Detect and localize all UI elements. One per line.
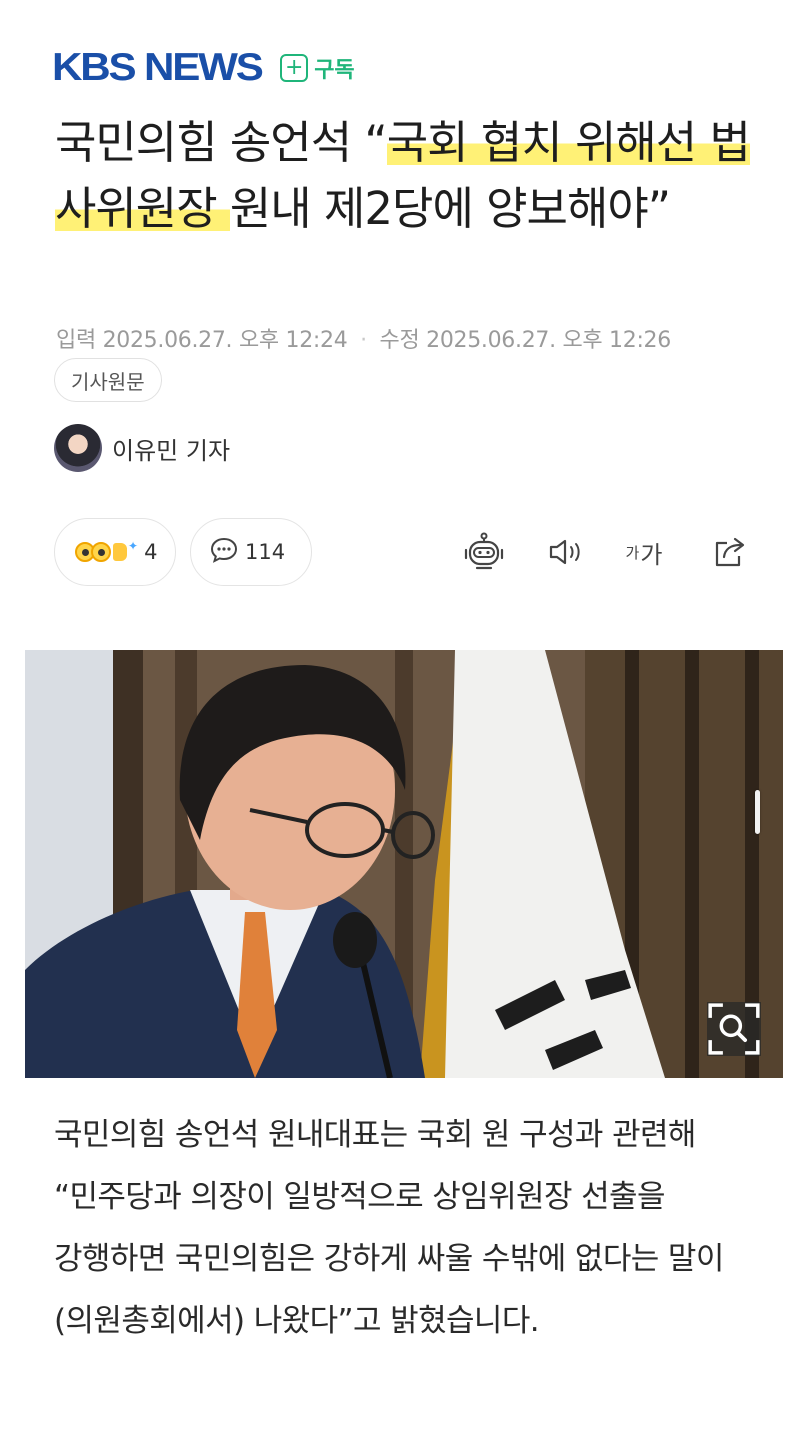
speaker-icon (549, 539, 580, 565)
font-size-button[interactable]: 가가 (622, 532, 666, 572)
subscribe-label: 구독 (314, 58, 355, 83)
top-bar: KBS NEWS + 구독 (52, 44, 355, 92)
comment-bubble-icon (209, 536, 239, 568)
date-separator: · (360, 328, 367, 353)
share-icon (715, 537, 745, 567)
original-article-button[interactable]: 기사원문 (54, 358, 162, 402)
article-body-paragraph: 국민의힘 송언석 원내대표는 국회 원 구성과 관련해 “민주당과 의장이 일방… (54, 1117, 724, 1339)
comment-count: 114 (245, 540, 286, 564)
reporter-name[interactable]: 이유민 기자 (112, 431, 230, 466)
reaction-count: 4 (144, 540, 158, 564)
reaction-emoji-icon: ✦ (75, 539, 138, 562)
headline-part1: 국민의힘 송언석 “ (55, 116, 388, 169)
summary-bot-button[interactable] (462, 532, 506, 572)
input-datetime: 2025.06.27. 오후 12:24 (102, 328, 348, 353)
font-small-glyph: 가 (625, 543, 640, 562)
input-label: 입력 (56, 328, 96, 353)
zoom-photo-button[interactable] (707, 1002, 761, 1056)
reporter-byline[interactable]: 이유민 기자 (54, 424, 230, 472)
article-photo[interactable] (25, 650, 783, 1078)
article-dates: 입력 2025.06.27. 오후 12:24 · 수정 2025.06.27.… (56, 322, 671, 354)
robot-icon (464, 532, 504, 570)
article-headline: 국민의힘 송언석 “국회 협치 위해선 법사위원장 원내 제2당에 양보해야” (55, 110, 755, 242)
font-large-glyph: 가 (640, 540, 663, 569)
headline-part2: 원내 제2당에 양보해야” (229, 182, 671, 235)
reaction-button[interactable]: ✦ 4 (54, 518, 176, 586)
reporter-avatar[interactable] (54, 424, 102, 472)
action-row: ✦ 4 114 가가 (54, 518, 754, 586)
zoom-icon (708, 1003, 760, 1055)
edit-label: 수정 (379, 328, 420, 353)
subscribe-button[interactable]: + 구독 (280, 52, 355, 84)
text-to-speech-button[interactable] (544, 532, 588, 572)
plus-icon: + (280, 54, 309, 82)
scroll-indicator[interactable] (755, 790, 760, 834)
edit-datetime: 2025.06.27. 오후 12:26 (426, 328, 671, 353)
kbs-news-logo[interactable]: KBS NEWS (52, 46, 264, 90)
article-photo-image (25, 650, 783, 1078)
share-button[interactable] (708, 532, 752, 572)
comment-button[interactable]: 114 (190, 518, 312, 586)
